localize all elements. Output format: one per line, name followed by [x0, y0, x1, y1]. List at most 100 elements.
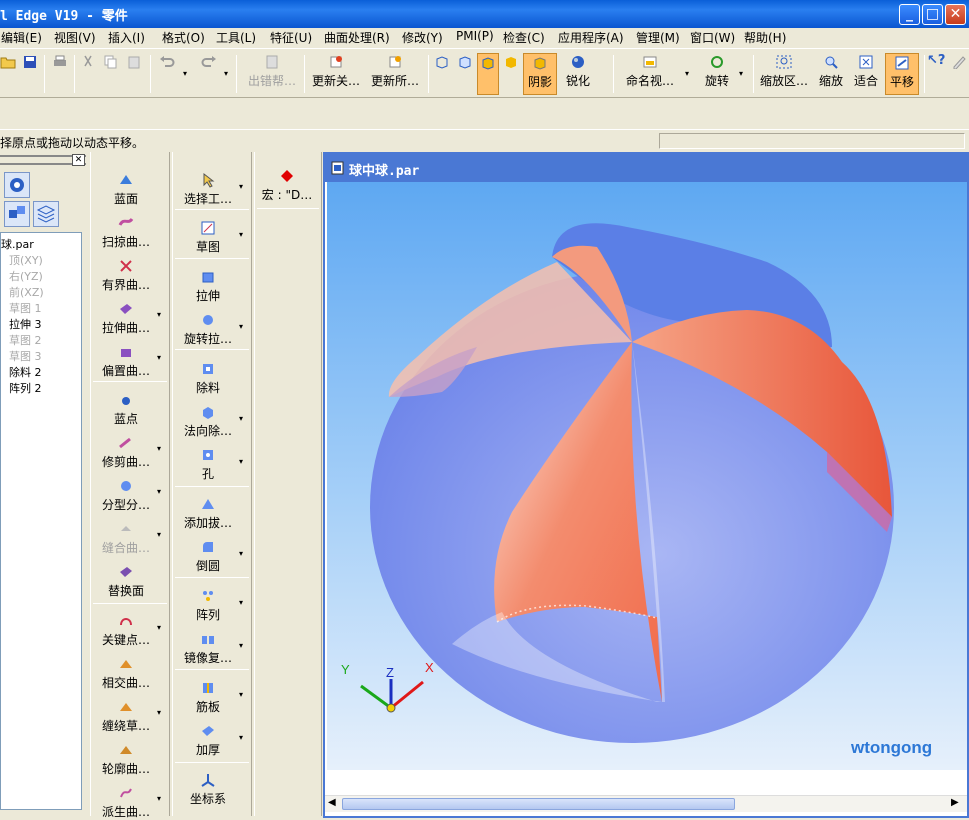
rib-button[interactable]: 筋板	[177, 680, 239, 715]
fit-button[interactable]: 适合	[850, 53, 882, 95]
menu-applications[interactable]: 应用程序(A)	[558, 29, 624, 46]
mirror-copy-button[interactable]: 镜像复…	[177, 631, 239, 666]
round-button[interactable]: 倒圆	[177, 539, 239, 574]
visible-edges-icon[interactable]	[455, 53, 475, 95]
tree-item-plane-top[interactable]: 顶(XY)	[9, 252, 43, 268]
normal-cutout-button[interactable]: 法向除…	[177, 404, 239, 439]
save-icon[interactable]	[20, 53, 40, 95]
update-related-button[interactable]: 更新关…	[308, 53, 364, 95]
scroll-right-icon[interactable]: ▶	[951, 797, 959, 808]
menu-manage[interactable]: 管理(M)	[636, 29, 680, 46]
menu-modify[interactable]: 修改(Y)	[402, 29, 443, 46]
menu-pmi[interactable]: PMI(P)	[456, 29, 494, 43]
axis-y-label: Y	[341, 662, 350, 677]
thicken-button[interactable]: 加厚	[177, 723, 239, 758]
model-graphics: Z Y X	[341, 223, 894, 743]
cut-icon[interactable]	[78, 53, 98, 95]
extrude-button[interactable]: 拉伸	[177, 269, 239, 304]
macro-button[interactable]: 宏 : "D…	[257, 168, 317, 203]
menu-edit[interactable]: 编辑(E)	[1, 29, 42, 46]
menu-help[interactable]: 帮助(H)	[744, 29, 786, 46]
print-icon[interactable]	[50, 53, 70, 95]
copy-icon[interactable]	[100, 53, 120, 95]
hole-button[interactable]: 孔	[177, 447, 239, 482]
tree-item-pattern-2[interactable]: 阵列 2	[9, 380, 42, 396]
model-viewport[interactable]: Z Y X wtongong	[327, 182, 967, 770]
zoom-button[interactable]: 缩放	[816, 53, 846, 95]
scrollbar-thumb[interactable]	[342, 798, 735, 810]
derived-curve-button[interactable]: 派生曲…	[95, 785, 157, 820]
sketch-button[interactable]: 草图	[177, 220, 239, 255]
cutout-button[interactable]: 除料	[177, 361, 239, 396]
shaded-icon[interactable]	[501, 53, 521, 95]
feature-library-icon[interactable]	[4, 172, 30, 198]
offset-surface-button[interactable]: 偏置曲…	[95, 344, 157, 379]
pencil-icon[interactable]	[950, 53, 968, 95]
axis-x-label: X	[425, 660, 434, 675]
close-icon[interactable]: ✕	[945, 4, 966, 25]
pattern-button[interactable]: 阵列	[177, 588, 239, 623]
menu-insert[interactable]: 插入(I)	[108, 29, 145, 46]
wireframe-view-icon[interactable]	[432, 53, 452, 95]
replace-face-button[interactable]: 替换面	[95, 564, 157, 599]
pan-button[interactable]: 平移	[885, 53, 919, 95]
menu-view[interactable]: 视图(V)	[54, 29, 96, 46]
redo-icon[interactable]	[198, 53, 220, 95]
stitch-surface-button[interactable]: 缝合曲…	[95, 521, 157, 556]
main-toolbar: ▾ ▾ 出错帮… 更新关… 更新所… 阴影 锐化 命名视… ▾ 旋转 ▾ 缩放区…	[0, 48, 969, 98]
paste-icon[interactable]	[124, 53, 144, 95]
tree-item-plane-front[interactable]: 前(XZ)	[9, 284, 44, 300]
parts-library-icon[interactable]	[4, 201, 30, 227]
tree-item-sketch-3[interactable]: 草图 3	[9, 348, 42, 364]
tree-item-cutout-2[interactable]: 除料 2	[9, 364, 42, 380]
shade-button[interactable]: 阴影	[523, 53, 557, 95]
menu-format[interactable]: 格式(O)	[162, 29, 205, 46]
wrap-sketch-button[interactable]: 缠绕草…	[95, 699, 157, 734]
sharpen-button[interactable]: 锐化	[561, 53, 595, 95]
parting-split-button[interactable]: 分型分…	[95, 478, 157, 513]
named-view-button[interactable]: 命名视…	[621, 53, 679, 95]
menu-inspect[interactable]: 检查(C)	[503, 29, 545, 46]
feature-tree: 球.par 顶(XY) 右(YZ) 前(XZ) 草图 1 拉伸 3 草图 2 草…	[0, 232, 82, 810]
open-icon[interactable]	[0, 53, 16, 95]
coordinate-system-button[interactable]: 坐标系	[177, 772, 239, 807]
document-icon	[331, 161, 344, 175]
shaded-edges-icon[interactable]	[477, 53, 499, 95]
maximize-icon[interactable]: □	[922, 4, 943, 25]
horizontal-scrollbar[interactable]: ◀ ▶	[325, 795, 967, 812]
trim-surface-button[interactable]: 修剪曲…	[95, 435, 157, 470]
bluedot-button[interactable]: 蓝点	[95, 392, 157, 427]
undo-icon[interactable]	[156, 53, 178, 95]
rotate-button[interactable]: 旋转	[699, 53, 735, 95]
axis-z-label: Z	[386, 665, 394, 680]
error-help-button[interactable]: 出错帮…	[244, 53, 300, 95]
menu-features[interactable]: 特征(U)	[270, 29, 312, 46]
feature-tools-column: 选择工… ▾ 草图 ▾ 拉伸 旋转拉… ▾ 除料 法向除… ▾ 孔 ▾ 添加拔……	[172, 152, 252, 816]
sphere-model	[370, 223, 894, 743]
tree-item-sketch-2[interactable]: 草图 2	[9, 332, 42, 348]
intersection-curve-button[interactable]: 相交曲…	[95, 656, 157, 691]
update-all-button[interactable]: 更新所…	[367, 53, 423, 95]
tree-item-extrude-3[interactable]: 拉伸 3	[9, 316, 42, 332]
draft-button[interactable]: 添加拔…	[177, 496, 239, 531]
whats-this-help-icon[interactable]: ↖?	[927, 53, 945, 95]
revolve-button[interactable]: 旋转拉…	[177, 312, 239, 347]
zoom-area-button[interactable]: 缩放区…	[757, 53, 811, 95]
menu-surfacing[interactable]: 曲面处理(R)	[324, 29, 390, 46]
bluesurf-button[interactable]: 蓝面	[95, 172, 157, 207]
tree-item-root[interactable]: 球.par	[1, 236, 34, 252]
swept-surface-button[interactable]: 扫掠曲…	[95, 215, 157, 250]
menu-window[interactable]: 窗口(W)	[690, 29, 735, 46]
tree-item-sketch-1[interactable]: 草图 1	[9, 300, 42, 316]
layers-icon[interactable]	[33, 201, 59, 227]
select-tool-button[interactable]: 选择工…	[177, 172, 239, 207]
close-icon[interactable]: ✕	[72, 154, 85, 166]
minimize-icon[interactable]: _	[899, 4, 920, 25]
keypoint-curve-button[interactable]: 关键点…	[95, 613, 157, 648]
bounded-surface-button[interactable]: 有界曲…	[95, 258, 157, 293]
extruded-surface-button[interactable]: 拉伸曲…	[95, 301, 157, 336]
tree-item-plane-right[interactable]: 右(YZ)	[9, 268, 43, 284]
menu-tools[interactable]: 工具(L)	[216, 29, 256, 46]
scroll-left-icon[interactable]: ◀	[328, 797, 336, 808]
contour-curve-button[interactable]: 轮廓曲…	[95, 742, 157, 777]
